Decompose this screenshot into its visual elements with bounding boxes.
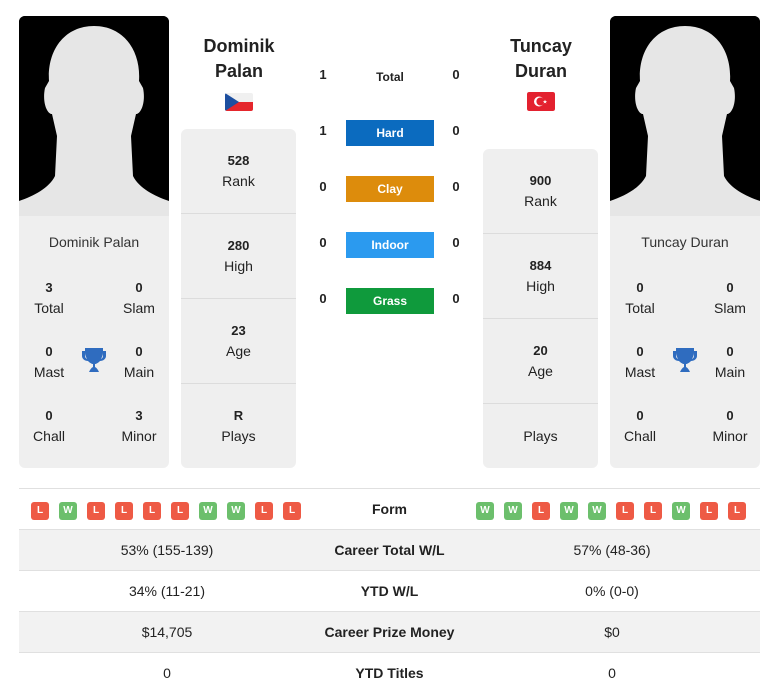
form-badge-win[interactable]: W — [227, 502, 245, 520]
form-badge-win[interactable]: W — [476, 502, 494, 520]
player2-age: 20 Age — [483, 319, 598, 404]
player1-titles-mast: 0 Mast — [33, 344, 65, 380]
turkey-flag-icon — [527, 92, 555, 111]
player2-full-name: Tuncay Duran — [641, 234, 729, 250]
form-badge-loss[interactable]: L — [700, 502, 718, 520]
player2-titles-mast: 0 Mast — [624, 344, 656, 380]
form-badge-loss[interactable]: L — [532, 502, 550, 520]
player2-value: $0 — [604, 624, 620, 640]
silhouette-icon — [19, 16, 169, 216]
player1-info-card: Dominik Palan 3 Total 0 Slam 0 Mast 0 Ma… — [19, 216, 169, 468]
form-badge-loss[interactable]: L — [31, 502, 49, 520]
h2h-clay-p2: 0 — [452, 179, 460, 194]
h2h-grass-p1: 0 — [319, 291, 327, 306]
player1-form: LWLLLLWWLL — [31, 500, 311, 520]
table-row: 53% (155-139) Career Total W/L 57% (48-3… — [19, 529, 760, 570]
row-label: YTD Titles — [355, 665, 424, 681]
player1-name[interactable]: Dominik Palan — [174, 34, 304, 84]
surface-clay-button[interactable]: Clay — [346, 176, 434, 202]
player1-age: 23 Age — [181, 299, 296, 384]
player1-plays: R Plays — [221, 408, 256, 444]
table-row: 0 YTD Titles 0 — [19, 652, 760, 693]
h2h-total-p2: 0 — [452, 67, 460, 82]
player1-rank: 528 Rank — [181, 129, 296, 214]
form-badge-win[interactable]: W — [560, 502, 578, 520]
player2-value: 57% (48-36) — [573, 542, 651, 558]
player1-value: 34% (11-21) — [128, 583, 205, 599]
h2h-hard-p2: 0 — [452, 123, 460, 138]
czech-flag-icon — [225, 93, 253, 111]
player2-plays: Plays — [523, 428, 558, 444]
player2-stats-column: 900 Rank 884 High 20 Age Plays — [483, 149, 598, 468]
form-badge-win[interactable]: W — [588, 502, 606, 520]
surface-indoor-button[interactable]: Indoor — [346, 232, 434, 258]
h2h-indoor-p2: 0 — [452, 235, 460, 250]
h2h-clay-p1: 0 — [319, 179, 327, 194]
silhouette-icon — [610, 16, 760, 216]
form-badge-win[interactable]: W — [504, 502, 522, 520]
player2-value: 0% (0-0) — [585, 583, 639, 599]
row-label: Career Total W/L — [334, 542, 445, 558]
h2h-total-p1: 1 — [319, 67, 327, 82]
table-row: $14,705 Career Prize Money $0 — [19, 611, 760, 652]
h2h-hard-p1: 1 — [319, 123, 327, 138]
player2-photo — [610, 16, 760, 216]
form-badge-win[interactable]: W — [59, 502, 77, 520]
player1-titles-minor: 3 Minor — [121, 408, 157, 444]
trophy-icon — [673, 347, 697, 373]
player2-rank: 900 Rank — [483, 149, 598, 234]
form-badge-loss[interactable]: L — [143, 502, 161, 520]
surface-hard-button[interactable]: Hard — [346, 120, 434, 146]
h2h-total-label: Total — [376, 70, 404, 84]
row-label: Career Prize Money — [324, 624, 455, 640]
player1-value: 0 — [163, 665, 171, 681]
table-row: 34% (11-21) YTD W/L 0% (0-0) — [19, 570, 760, 611]
player2-titles-chall: 0 Chall — [624, 408, 656, 444]
form-label: Form — [372, 501, 407, 517]
player1-high: 280 High — [181, 214, 296, 299]
player2-form: WWLWWLLWLL — [476, 500, 756, 520]
player1-photo — [19, 16, 169, 216]
player2-titles-main: 0 Main — [714, 344, 746, 380]
player2-info-card: Tuncay Duran 0 Total 0 Slam 0 Mast 0 Mai… — [610, 216, 760, 468]
player2-high: 884 High — [483, 234, 598, 319]
player1-full-name: Dominik Palan — [48, 234, 140, 250]
player1-stats-column: 528 Rank 280 High 23 Age R Plays — [181, 129, 296, 468]
form-badge-loss[interactable]: L — [255, 502, 273, 520]
player1-value: 53% (155-139) — [120, 542, 214, 558]
form-badge-loss[interactable]: L — [728, 502, 746, 520]
form-row: LWLLLLWWLL Form WWLWWLLWLL — [19, 488, 760, 529]
player2-value: 0 — [608, 665, 616, 681]
h2h-grass-p2: 0 — [452, 291, 460, 306]
form-badge-loss[interactable]: L — [171, 502, 189, 520]
trophy-icon — [82, 347, 106, 373]
player1-value: $14,705 — [141, 624, 193, 640]
form-badge-loss[interactable]: L — [283, 502, 301, 520]
player2-titles-minor: 0 Minor — [712, 408, 748, 444]
surface-grass-button[interactable]: Grass — [346, 288, 434, 314]
form-badge-loss[interactable]: L — [87, 502, 105, 520]
player1-titles-main: 0 Main — [123, 344, 155, 380]
h2h-indoor-p1: 0 — [319, 235, 327, 250]
form-badge-loss[interactable]: L — [115, 502, 133, 520]
player2-titles-total: 0 Total — [625, 280, 655, 316]
player2-titles-slam: 0 Slam — [714, 280, 746, 316]
player1-titles-slam: 0 Slam — [123, 280, 155, 316]
player1-titles-chall: 0 Chall — [33, 408, 65, 444]
form-badge-win[interactable]: W — [199, 502, 217, 520]
player2-name[interactable]: Tuncay Duran — [476, 34, 606, 84]
player1-titles-total: 3 Total — [34, 280, 64, 316]
form-badge-loss[interactable]: L — [616, 502, 634, 520]
row-label: YTD W/L — [360, 583, 419, 599]
form-badge-loss[interactable]: L — [644, 502, 662, 520]
form-badge-win[interactable]: W — [672, 502, 690, 520]
